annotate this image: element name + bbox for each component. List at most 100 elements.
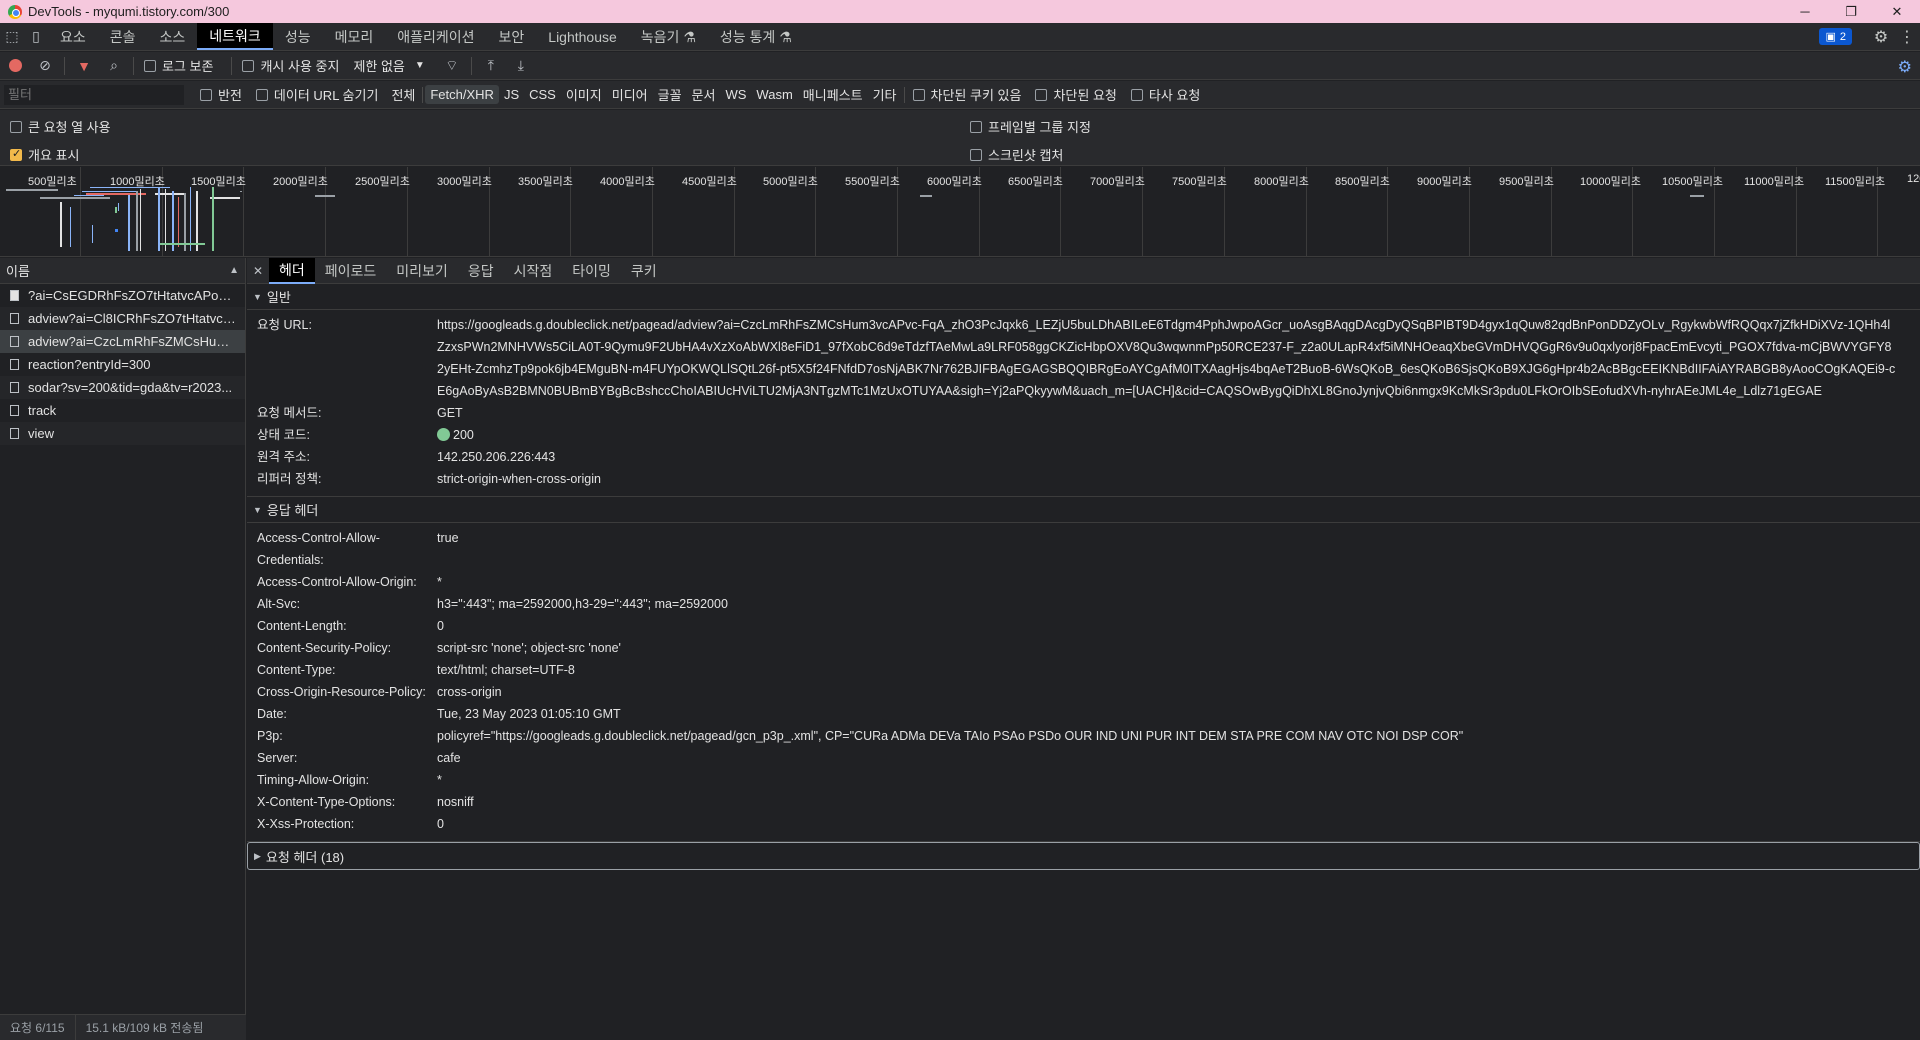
filter-type-other[interactable]: 기타 xyxy=(868,83,902,106)
request-headers-section-header[interactable]: ▶ 요청 헤더 (18) xyxy=(247,842,1920,870)
request-name: track xyxy=(28,403,57,418)
blocked-cookies-checkbox[interactable] xyxy=(912,88,925,101)
response-header-row: Content-Type: text/html; charset=UTF-8 xyxy=(247,659,1920,681)
capture-screenshots-checkbox[interactable] xyxy=(970,148,982,161)
blocked-requests-checkbox[interactable] xyxy=(1035,88,1048,101)
invert-checkbox[interactable] xyxy=(200,88,212,101)
request-row[interactable]: adview?ai=Cl8ICRhFsZO7tHtatvcA... xyxy=(0,307,245,330)
header-value: cross-origin xyxy=(437,685,502,699)
filter-type-manifest[interactable]: 매니페스트 xyxy=(798,83,868,106)
request-row[interactable]: view xyxy=(0,422,245,445)
record-button[interactable] xyxy=(0,52,30,80)
disable-cache-label: 캐시 사용 중지 xyxy=(260,59,340,74)
timeline-tick-label: 4500밀리초 xyxy=(682,176,737,188)
request-row[interactable]: ?ai=CsEGDRhFsZO7tHtatvcAPoNK... xyxy=(0,284,245,307)
invert-label: 반전 xyxy=(218,88,242,103)
response-header-row: Cross-Origin-Resource-Policy: cross-origi… xyxy=(247,681,1920,703)
timeline-activity-bar xyxy=(92,225,93,243)
header-value: * xyxy=(437,773,442,787)
big-rows-checkbox[interactable] xyxy=(10,120,22,133)
settings-gear-icon[interactable]: ⚙ xyxy=(1868,27,1894,47)
general-section-header[interactable]: ▼ 일반 xyxy=(247,284,1920,310)
tab-payload[interactable]: 페이로드 xyxy=(315,258,387,284)
throttling-select[interactable]: 제한 없음 ▼ xyxy=(353,56,424,75)
filter-type-css[interactable]: CSS xyxy=(524,85,561,104)
hide-data-urls-checkbox[interactable] xyxy=(255,88,268,101)
header-value: script-src 'none'; object-src 'none' xyxy=(437,641,621,655)
device-toolbar-icon[interactable]: ▯ xyxy=(24,23,48,50)
clear-button[interactable]: ⊘ xyxy=(30,52,60,80)
header-name: Server: xyxy=(257,751,298,765)
hide-data-urls-label: 데이터 URL 숨기기 xyxy=(273,88,379,103)
filter-input[interactable] xyxy=(4,84,184,105)
filter-type-ws[interactable]: WS xyxy=(720,85,751,104)
more-options-icon[interactable]: ⋮ xyxy=(1894,27,1920,47)
network-overview-timeline[interactable]: 500밀리초 1000밀리초 1500밀리초 2000밀리초 2500밀리초 3000밀리… xyxy=(0,167,1920,257)
tab-headers[interactable]: 헤더 xyxy=(269,258,315,284)
tab-preview[interactable]: 미리보기 xyxy=(386,258,458,284)
header-name: Cross-Origin-Resource-Policy: xyxy=(257,685,426,699)
restore-button[interactable]: ❐ xyxy=(1828,0,1874,23)
request-row-selected[interactable]: adview?ai=CzcLmRhFsZMCsHum3... xyxy=(0,330,245,353)
timeline-activity-bar xyxy=(70,207,71,247)
inspect-element-icon[interactable]: ⬚ xyxy=(0,23,24,50)
filter-bar: 반전 데이터 URL 숨기기 전체 Fetch/XHR JS CSS 이미지 미… xyxy=(0,81,1920,109)
search-button[interactable]: ⌕ xyxy=(99,52,129,80)
group-by-frame-checkbox[interactable] xyxy=(970,120,982,133)
timeline-tick-label: 8500밀리초 xyxy=(1335,176,1390,188)
tab-performance-insights[interactable]: 성능 통계 ⚗ xyxy=(708,23,804,50)
tab-memory[interactable]: 메모리 xyxy=(323,23,386,50)
request-name: adview?ai=CzcLmRhFsZMCsHum3... xyxy=(28,334,238,349)
filter-type-image[interactable]: 이미지 xyxy=(561,83,607,106)
tab-timing[interactable]: 타이밍 xyxy=(562,258,621,284)
request-row[interactable]: sodar?sv=200&tid=gda&tv=r2023... xyxy=(0,376,245,399)
timeline-activity-bar xyxy=(90,187,152,188)
request-row[interactable]: track xyxy=(0,399,245,422)
response-headers-section-header[interactable]: ▼ 응답 헤더 xyxy=(247,497,1920,523)
export-har-button[interactable]: ⤓ xyxy=(506,52,536,80)
tab-initiator[interactable]: 시작점 xyxy=(504,258,563,284)
tab-network[interactable]: 네트워크 xyxy=(197,23,273,50)
issues-count: 2 xyxy=(1839,30,1846,43)
request-name: reaction?entryId=300 xyxy=(28,357,151,372)
header-name: Content-Type: xyxy=(257,663,336,677)
filter-toggle-button[interactable]: ▼ xyxy=(69,52,99,80)
tab-security[interactable]: 보안 xyxy=(487,23,537,50)
third-party-checkbox[interactable] xyxy=(1130,88,1143,101)
filter-type-fetch-xhr[interactable]: Fetch/XHR xyxy=(425,85,499,104)
filter-type-all[interactable]: 전체 xyxy=(386,83,420,106)
filter-type-wasm[interactable]: Wasm xyxy=(751,85,797,104)
filter-type-js[interactable]: JS xyxy=(499,85,524,104)
filter-type-font[interactable]: 글꼴 xyxy=(653,83,687,106)
disable-cache-checkbox[interactable] xyxy=(242,59,255,72)
network-conditions-button[interactable]: ⌔ xyxy=(437,52,467,80)
tab-performance[interactable]: 성능 xyxy=(273,23,323,50)
timeline-activity-bar xyxy=(315,195,335,197)
tab-console[interactable]: 콘솔 xyxy=(98,23,148,50)
wifi-settings-icon: ⌔ xyxy=(445,56,459,73)
request-row[interactable]: reaction?entryId=300 xyxy=(0,353,245,376)
import-har-button[interactable]: ⤒ xyxy=(476,52,506,80)
toolbar-divider xyxy=(470,56,472,75)
tab-cookies[interactable]: 쿠키 xyxy=(621,258,667,284)
tab-sources[interactable]: 소스 xyxy=(148,23,198,50)
tab-response[interactable]: 응답 xyxy=(458,258,504,284)
show-overview-checkbox[interactable] xyxy=(10,147,22,161)
name-column-header[interactable]: 이름 ▲ xyxy=(0,258,245,284)
close-details-icon[interactable]: ✕ xyxy=(247,264,269,278)
minimize-button[interactable]: ─ xyxy=(1782,0,1828,23)
tab-application[interactable]: 애플리케이션 xyxy=(385,23,486,50)
tab-elements[interactable]: 요소 xyxy=(48,23,98,50)
filter-type-media[interactable]: 미디어 xyxy=(607,83,653,106)
preserve-log-checkbox[interactable] xyxy=(144,59,156,72)
timeline-activity-bar xyxy=(158,187,160,251)
timeline-activity-bar xyxy=(165,189,166,251)
filter-type-doc[interactable]: 문서 xyxy=(687,83,721,106)
close-window-button[interactable]: ✕ xyxy=(1874,0,1920,23)
network-settings-gear-icon[interactable]: ⚙ xyxy=(1898,57,1912,77)
timeline-activity-bar xyxy=(74,195,104,196)
issues-badge[interactable]: ▣ 2 xyxy=(1819,28,1852,45)
tab-recorder[interactable]: 녹음기 ⚗ xyxy=(629,23,708,50)
timeline-activity-bar xyxy=(140,189,141,251)
tab-lighthouse[interactable]: Lighthouse xyxy=(536,23,629,50)
